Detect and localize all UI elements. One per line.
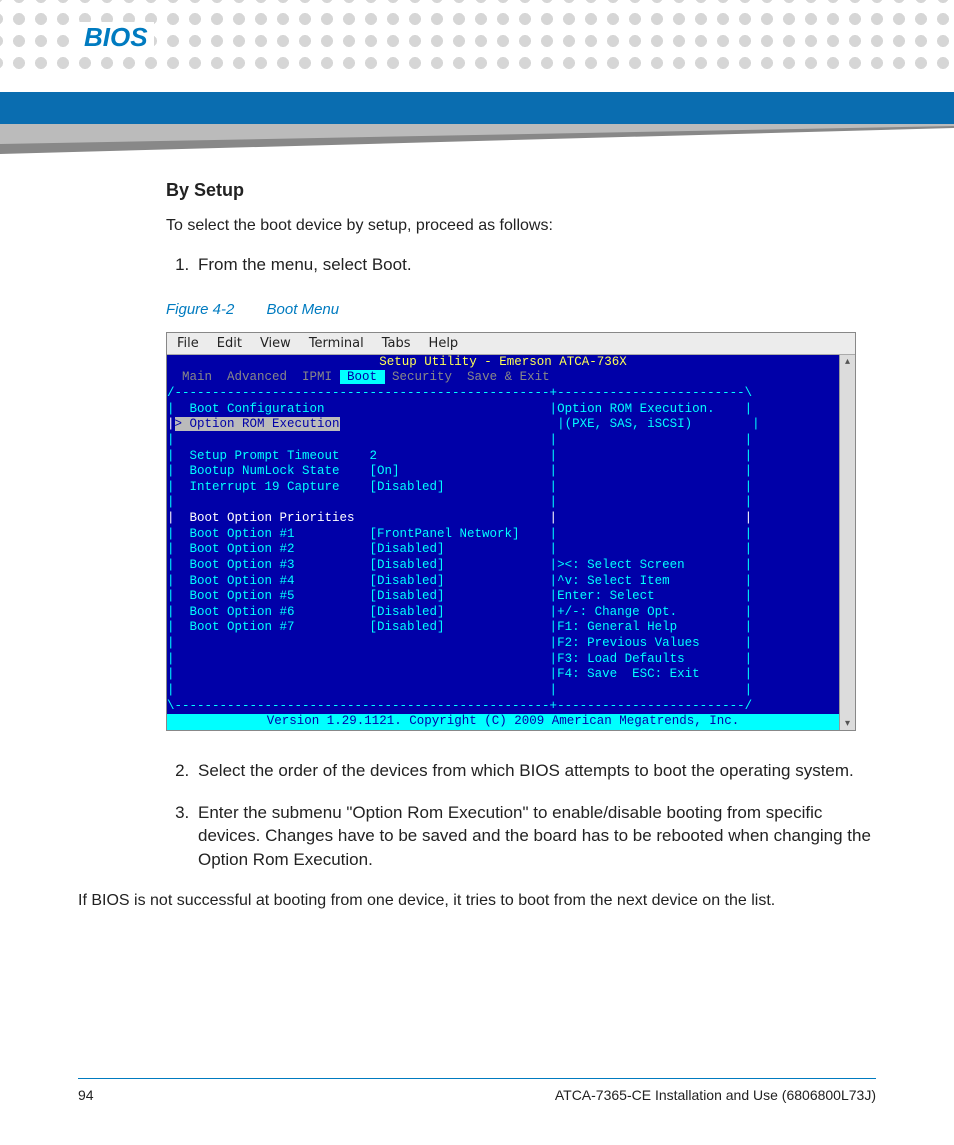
row-numlock[interactable]: | Bootup NumLock State [On] | | [167, 464, 752, 478]
row-boot-opt4[interactable]: | Boot Option #4 [Disabled] |^v: Select … [167, 574, 752, 588]
tab-boot[interactable]: Boot [340, 370, 385, 384]
terminal-window: File Edit View Terminal Tabs Help Setup … [166, 332, 856, 731]
row-boot-opt1[interactable]: | Boot Option #1 [FrontPanel Network] | … [167, 527, 752, 541]
page-footer: 94 ATCA-7365-CE Installation and Use (68… [78, 1078, 876, 1103]
scroll-up-icon[interactable]: ▴ [845, 356, 850, 367]
row-boot-opt5[interactable]: | Boot Option #5 [Disabled] |Enter: Sele… [167, 589, 752, 603]
bios-footer: Version 1.29.1121. Copyright (C) 2009 Am… [167, 714, 839, 730]
row-help-f2: | |F2: Previous Values | [167, 636, 752, 650]
row-int19[interactable]: | Interrupt 19 Capture [Disabled] | | [167, 480, 752, 494]
row-priorities: | Boot Option Priorities | | [167, 511, 752, 525]
header-blue-bar [0, 92, 954, 124]
row-blank: | | | [167, 495, 752, 509]
header-wedge [0, 124, 954, 160]
menu-view[interactable]: View [260, 336, 291, 351]
menu-help[interactable]: Help [429, 336, 459, 351]
menu-terminal[interactable]: Terminal [309, 336, 364, 351]
step-1: From the menu, select Boot. [194, 253, 876, 277]
doc-reference: ATCA-7365-CE Installation and Use (68068… [555, 1087, 876, 1103]
row-help-f4: | |F4: Save ESC: Exit | [167, 667, 752, 681]
row-boot-opt7[interactable]: | Boot Option #7 [Disabled] |F1: General… [167, 620, 752, 634]
figure-title: Boot Menu [267, 301, 340, 318]
page-content: By Setup To select the boot device by se… [78, 180, 876, 912]
page-number: 94 [78, 1087, 94, 1103]
row-prompt-timeout[interactable]: | Setup Prompt Timeout 2 | | [167, 449, 752, 463]
steps-list-top: From the menu, select Boot. [166, 253, 876, 277]
step-3: Enter the submenu "Option Rom Execution"… [194, 801, 876, 872]
terminal-menubar[interactable]: File Edit View Terminal Tabs Help [167, 333, 855, 355]
terminal-screen[interactable]: Setup Utility - Emerson ATCA-736X Main A… [167, 355, 839, 730]
row-boot-config: | Boot Configuration |Option ROM Executi… [167, 402, 752, 416]
border-top: /---------------------------------------… [167, 386, 752, 400]
steps-list-bottom: Select the order of the devices from whi… [166, 759, 876, 872]
figure-caption: Figure 4-2 Boot Menu [166, 301, 876, 318]
row-option-rom[interactable]: > Option ROM Execution [175, 417, 340, 431]
menu-edit[interactable]: Edit [217, 336, 242, 351]
row-boot-opt6[interactable]: | Boot Option #6 [Disabled] |+/-: Change… [167, 605, 752, 619]
figure-label: Figure 4-2 [166, 301, 234, 318]
terminal-scrollbar[interactable]: ▴ ▾ [839, 355, 855, 730]
row-boot-opt3[interactable]: | Boot Option #3 [Disabled] |><: Select … [167, 558, 752, 572]
menu-tabs[interactable]: Tabs [382, 336, 411, 351]
row-help-f3: | |F3: Load Defaults | [167, 652, 752, 666]
menu-file[interactable]: File [177, 336, 199, 351]
bios-title: Setup Utility - Emerson ATCA-736X [167, 355, 839, 371]
section-heading: By Setup [166, 180, 876, 201]
chapter-title: BIOS [78, 22, 154, 53]
scroll-down-icon[interactable]: ▾ [845, 718, 850, 729]
bios-tabs[interactable]: Main Advanced IPMI Boot Security Save & … [167, 370, 839, 386]
border-bot: \---------------------------------------… [167, 699, 752, 713]
row-blank: | | | [167, 433, 752, 447]
row-blank: | | | [167, 683, 752, 697]
step-2: Select the order of the devices from whi… [194, 759, 876, 783]
section-intro: To select the boot device by setup, proc… [166, 217, 876, 235]
closing-paragraph: If BIOS is not successful at booting fro… [78, 890, 876, 912]
row-boot-opt2[interactable]: | Boot Option #2 [Disabled] | | [167, 542, 752, 556]
